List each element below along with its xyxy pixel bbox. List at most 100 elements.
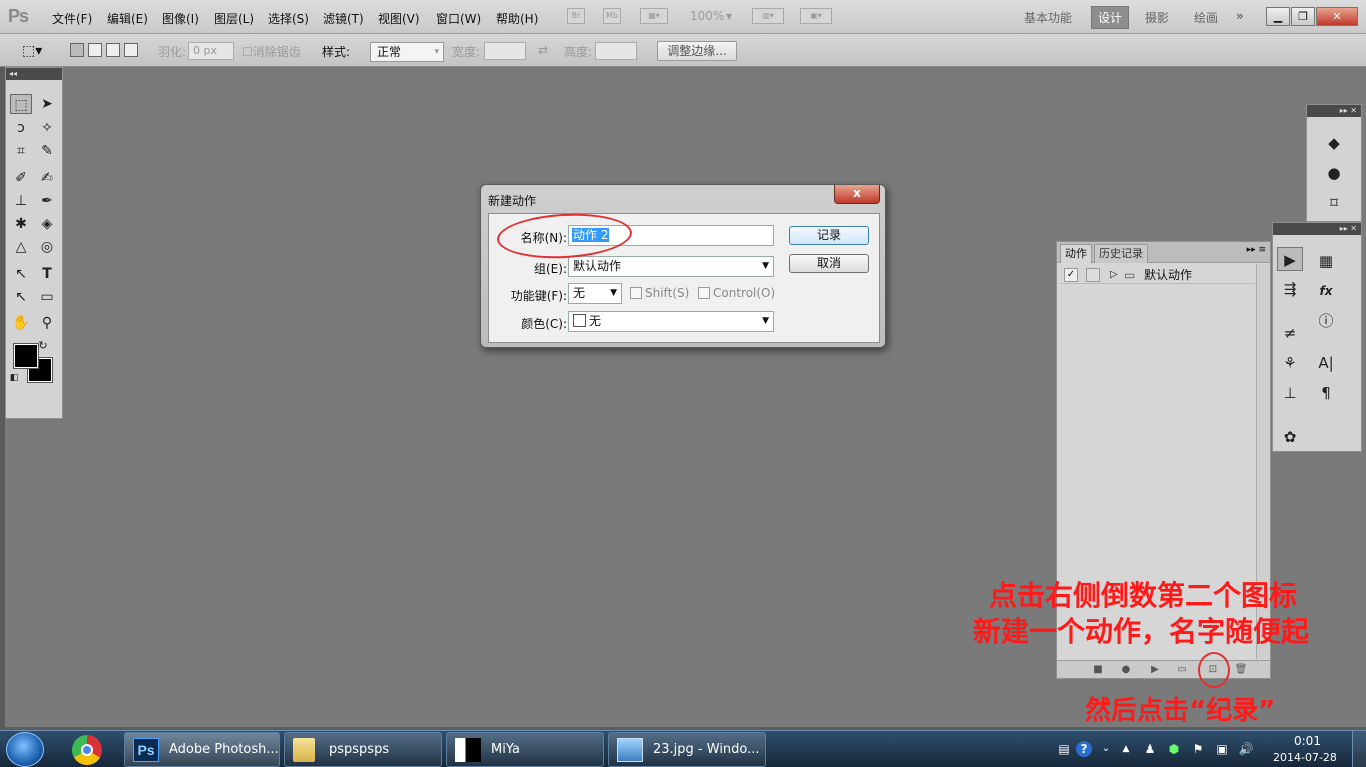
stop-icon[interactable]: ■ bbox=[1091, 663, 1105, 677]
actions-icon[interactable]: ▶ bbox=[1277, 247, 1303, 271]
crop-icon[interactable]: ⌗ bbox=[10, 141, 32, 161]
rectangular-marquee-icon[interactable]: ⬚ bbox=[10, 94, 32, 114]
minimize-button[interactable]: ▁ bbox=[1266, 7, 1290, 26]
menu-select[interactable]: 选择(S) bbox=[268, 10, 309, 27]
lasso-icon[interactable]: ↄ bbox=[10, 118, 32, 138]
clock-time[interactable]: 0:01 bbox=[1294, 734, 1321, 748]
brush-presets-icon[interactable]: ≠ bbox=[1277, 321, 1303, 345]
screen-mode-icon[interactable]: ▣▾ bbox=[800, 8, 832, 24]
styles-palette-icon[interactable]: ✿ bbox=[1277, 425, 1303, 449]
style-select[interactable]: 正常 ▾ bbox=[370, 42, 444, 62]
color-select[interactable]: 无 ▼ bbox=[568, 311, 774, 332]
foreground-color-swatch[interactable] bbox=[13, 343, 39, 369]
swatches-icon[interactable]: ▦ bbox=[1313, 249, 1339, 273]
height-input[interactable] bbox=[595, 42, 637, 60]
paths-icon[interactable]: ⌑ bbox=[1321, 191, 1347, 215]
shift-checkbox[interactable]: Shift(S) bbox=[630, 286, 689, 300]
set-select[interactable]: 默认动作 ▼ bbox=[568, 256, 774, 277]
eyedropper-icon[interactable]: ✎ bbox=[36, 141, 58, 161]
action-center-icon[interactable]: ⚑ bbox=[1190, 741, 1206, 757]
view-extras-icon[interactable]: ▦▾ bbox=[640, 8, 668, 24]
expand-triangle-icon[interactable]: ▷ bbox=[1110, 266, 1118, 284]
character-icon[interactable]: A| bbox=[1313, 351, 1339, 375]
clone-stamp-icon[interactable]: ⊥ bbox=[10, 191, 32, 211]
close-window-button[interactable]: ✕ bbox=[1316, 7, 1358, 26]
show-desktop-button[interactable] bbox=[1352, 731, 1366, 767]
intersect-selection-icon[interactable] bbox=[124, 43, 138, 57]
keyboard-icon[interactable]: ▤ bbox=[1056, 741, 1072, 757]
clock-date[interactable]: 2014-07-28 bbox=[1273, 751, 1337, 764]
control-checkbox[interactable]: Control(O) bbox=[698, 286, 775, 300]
swap-colors-icon[interactable]: ↻ bbox=[36, 336, 50, 356]
width-input[interactable] bbox=[484, 42, 526, 60]
healing-brush-icon[interactable]: ✐ bbox=[10, 168, 32, 188]
mini-bridge-icon[interactable]: Mb bbox=[603, 8, 621, 24]
dialog-close-button[interactable]: x bbox=[834, 185, 880, 204]
volume-icon[interactable]: 🔊 bbox=[1238, 741, 1254, 757]
workspace-painting[interactable]: 绘画 bbox=[1194, 9, 1218, 26]
feather-input[interactable]: 0 px bbox=[188, 42, 234, 60]
subtract-selection-icon[interactable] bbox=[106, 43, 120, 57]
path-selection-icon[interactable]: ↖ bbox=[10, 287, 32, 307]
new-selection-icon[interactable] bbox=[70, 43, 84, 57]
tool-presets-icon[interactable]: ⊥ bbox=[1277, 381, 1303, 405]
pen-icon[interactable]: ↖ bbox=[10, 264, 32, 284]
taskbar-photo-viewer[interactable]: 23.jpg - Windo... bbox=[608, 732, 766, 767]
workspace-essentials[interactable]: 基本功能 bbox=[1024, 9, 1072, 26]
type-icon[interactable]: T bbox=[36, 264, 58, 284]
menu-edit[interactable]: 编辑(E) bbox=[107, 10, 148, 27]
bridge-icon[interactable]: Br bbox=[567, 8, 585, 24]
hand-icon[interactable]: ✋ bbox=[10, 313, 32, 333]
refine-edge-button[interactable]: 调整边缘... bbox=[657, 41, 737, 61]
action-set-row[interactable]: ✓ ▷ ▭ 默认动作 bbox=[1060, 266, 1255, 284]
magic-wand-icon[interactable]: ✧ bbox=[36, 118, 58, 138]
zoom-chevron-down-icon[interactable]: ▾ bbox=[726, 9, 732, 23]
layers-icon[interactable]: ◆ bbox=[1321, 131, 1347, 155]
fx-styles-icon[interactable]: fx bbox=[1313, 279, 1339, 303]
network-icon[interactable]: ▣ bbox=[1214, 741, 1230, 757]
panel-expand-icon[interactable]: ▸▸ ✕ bbox=[1307, 105, 1361, 117]
paragraph-icon[interactable]: ¶ bbox=[1313, 381, 1339, 405]
collapse-icon[interactable]: ◂◂ bbox=[6, 68, 62, 80]
rectangle-shape-icon[interactable]: ▭ bbox=[36, 287, 58, 307]
input-method-icon[interactable]: ⌄ bbox=[1098, 741, 1114, 757]
record-icon[interactable]: ● bbox=[1119, 663, 1133, 677]
history-icon[interactable]: ⇶ bbox=[1277, 277, 1303, 301]
record-button[interactable]: 记录 bbox=[789, 226, 869, 245]
start-button[interactable] bbox=[6, 732, 44, 767]
marquee-preset-icon[interactable]: ⬚▾ bbox=[22, 43, 42, 59]
swap-icon[interactable]: ⇄ bbox=[538, 43, 548, 57]
tab-actions[interactable]: 动作 bbox=[1060, 244, 1092, 263]
blur-icon[interactable]: △ bbox=[10, 237, 32, 257]
menu-view[interactable]: 视图(V) bbox=[378, 10, 420, 27]
taskbar-photoshop[interactable]: Ps Adobe Photosh... bbox=[124, 732, 280, 767]
info-icon[interactable]: ⓘ bbox=[1313, 309, 1339, 333]
arrange-documents-icon[interactable]: ▥▾ bbox=[752, 8, 784, 24]
panel-expand-icon[interactable]: ▸▸ ✕ bbox=[1273, 223, 1361, 235]
show-hidden-icons-icon[interactable]: ▲ bbox=[1118, 741, 1134, 757]
menu-filter[interactable]: 滤镜(T) bbox=[323, 10, 364, 27]
history-brush-icon[interactable]: ✒ bbox=[36, 191, 58, 211]
security-icon[interactable]: ♟ bbox=[1142, 741, 1158, 757]
taskbar-miya[interactable]: MiYa bbox=[446, 732, 604, 767]
channels-icon[interactable]: ● bbox=[1321, 161, 1347, 185]
paint-bucket-icon[interactable]: ◈ bbox=[36, 214, 58, 234]
cancel-button[interactable]: 取消 bbox=[789, 254, 869, 273]
function-key-select[interactable]: 无 ▼ bbox=[568, 283, 622, 304]
workspace-design[interactable]: 设计 bbox=[1091, 6, 1130, 29]
help-icon[interactable]: ? bbox=[1076, 741, 1092, 757]
delete-icon[interactable]: 🗑 bbox=[1234, 663, 1248, 677]
move-tool-icon[interactable]: ➤ bbox=[36, 94, 58, 114]
menu-help[interactable]: 帮助(H) bbox=[496, 10, 538, 27]
shield-icon[interactable]: ⬢ bbox=[1166, 741, 1182, 757]
menu-window[interactable]: 窗口(W) bbox=[436, 10, 481, 27]
play-icon[interactable]: ▶ bbox=[1148, 663, 1162, 677]
clone-source-icon[interactable]: ⚘ bbox=[1277, 351, 1303, 375]
new-set-icon[interactable]: ▭ bbox=[1175, 663, 1189, 677]
panel-menu-icon[interactable]: ▸▸ ≡ bbox=[1247, 245, 1266, 255]
brush-icon[interactable]: ✍ bbox=[36, 168, 58, 188]
workspace-photography[interactable]: 摄影 bbox=[1145, 9, 1169, 26]
menu-file[interactable]: 文件(F) bbox=[52, 10, 92, 27]
zoom-icon[interactable]: ⚲ bbox=[36, 313, 58, 333]
dialog-toggle-icon[interactable] bbox=[1086, 268, 1100, 282]
